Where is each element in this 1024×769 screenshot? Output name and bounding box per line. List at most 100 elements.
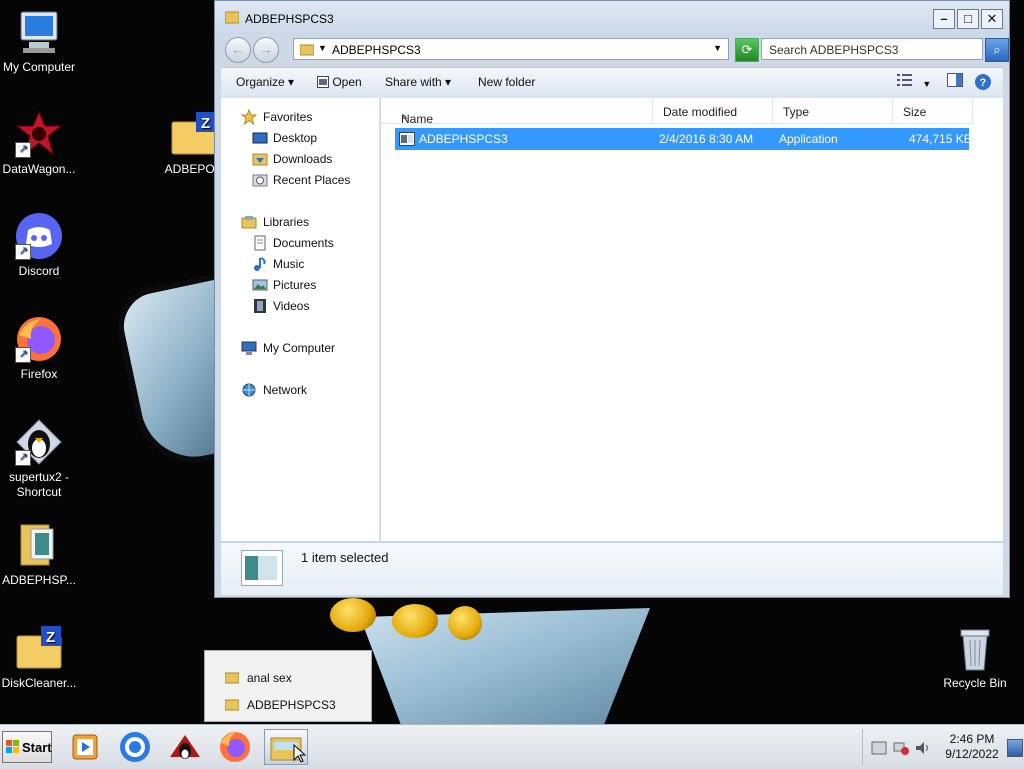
shortcut-arrow-icon: ↗ <box>15 347 31 363</box>
breadcrumb-chevron-icon[interactable]: ▼ <box>318 43 327 53</box>
downloads-folder-icon <box>252 153 268 166</box>
nav-network[interactable]: Network <box>221 380 379 400</box>
view-list-icon <box>897 74 912 86</box>
firefox-icon: ↗ <box>15 315 63 363</box>
clock-time: 2:46 PM <box>949 732 995 746</box>
recent-places-icon <box>252 174 268 187</box>
application-icon <box>399 132 415 146</box>
volume-icon[interactable] <box>915 741 931 755</box>
desktop-icon-diskcleaner[interactable]: Z DiskCleaner... <box>0 624 79 691</box>
taskbar-thumbnail-list: anal sex ADBEPHSPCS3 <box>204 650 372 722</box>
back-button[interactable]: ← <box>225 37 251 63</box>
media-player-icon <box>72 734 98 760</box>
window-titlebar[interactable]: ADBEPHSPCS3 – □ ✕ <box>215 1 1009 35</box>
nav-videos[interactable]: Videos <box>221 296 379 316</box>
close-button[interactable]: ✕ <box>981 9 1003 29</box>
folder-icon <box>15 521 63 569</box>
command-bar: Organize ▾ Open Share with ▾ New folder … <box>221 67 1003 99</box>
nav-favorites[interactable]: Favorites <box>221 107 379 127</box>
svg-text:Z: Z <box>46 629 55 646</box>
column-header-date-modified[interactable]: Date modified <box>653 98 773 124</box>
recycle-bin-icon <box>951 624 999 672</box>
nav-libraries[interactable]: Libraries <box>221 212 379 232</box>
explorer-window[interactable]: ADBEPHSPCS3 – □ ✕ ← → ▼ ADBEPHSPCS3 ▼ ⟳ … <box>214 0 1010 598</box>
breadcrumb[interactable]: ADBEPHSPCS3 <box>332 43 421 57</box>
forward-button[interactable]: → <box>253 37 279 63</box>
column-header-name[interactable]: Name ▲ <box>381 98 653 126</box>
wallpaper-dot <box>448 606 482 640</box>
chevron-down-icon: ▼ <box>922 79 932 89</box>
desktop-icon-datawagon[interactable]: ↗ DataWagon... <box>0 110 79 177</box>
taskbar-app-supertux[interactable] <box>166 729 204 765</box>
preview-pane-button[interactable] <box>947 73 963 90</box>
documents-icon <box>254 235 266 251</box>
address-bar[interactable]: ▼ ADBEPHSPCS3 ▼ <box>293 38 729 60</box>
discord-icon: ↗ <box>15 212 63 260</box>
search-placeholder: Search ADBEPHSPCS3 <box>769 43 899 57</box>
sort-ascending-icon: ▲ <box>401 112 409 121</box>
desktop-icon-adbephsp[interactable]: ADBEPHSP... <box>0 521 79 588</box>
desktop-icon-firefox[interactable]: ↗ Firefox <box>0 315 79 382</box>
system-tray: 2:46 PM 9/12/2022 <box>862 729 1023 765</box>
search-icon[interactable]: ⌕ <box>985 38 1009 62</box>
nav-pictures[interactable]: Pictures <box>221 275 379 295</box>
shortcut-arrow-icon: ↗ <box>15 450 31 466</box>
desktop-icon-label: ADBEPHSP... <box>2 573 76 587</box>
libraries-icon <box>241 216 257 229</box>
nav-music[interactable]: Music <box>221 254 379 274</box>
preview-pane-icon <box>947 73 963 87</box>
action-center-icon[interactable] <box>871 741 887 755</box>
list-item[interactable]: anal sex <box>225 669 365 687</box>
firefox-icon <box>220 732 250 762</box>
list-item[interactable]: ADBEPHSPCS3 <box>225 696 365 714</box>
start-button[interactable]: Start <box>2 731 52 763</box>
address-dropdown-icon[interactable]: ▼ <box>713 43 722 53</box>
show-desktop-button[interactable] <box>1007 739 1023 757</box>
table-row[interactable]: ADBEPHSPCS3 2/4/2016 8:30 AM Application… <box>395 128 972 150</box>
desktop-icon-discord[interactable]: ↗ Discord <box>0 212 79 279</box>
folder-icon <box>300 44 314 56</box>
taskbar-app-chrome[interactable] <box>116 729 154 765</box>
taskbar-app-explorer[interactable] <box>264 729 308 765</box>
windows-logo-icon <box>6 740 19 753</box>
music-icon <box>254 257 266 271</box>
videos-icon <box>254 299 266 313</box>
desktop-icon-supertux[interactable]: ↗ supertux2 - Shortcut <box>0 418 79 500</box>
chrome-icon <box>120 732 150 762</box>
wallpaper-dot <box>392 604 438 638</box>
maximize-button[interactable]: □ <box>957 9 979 29</box>
view-options-button[interactable]: ▼ <box>897 73 931 90</box>
desktop-icon-label: Recycle Bin <box>943 676 1007 690</box>
new-folder-button[interactable]: New folder <box>478 75 535 89</box>
desktop-icon-recycle-bin[interactable]: Recycle Bin <box>935 624 1015 691</box>
nav-my-computer[interactable]: My Computer <box>221 338 379 358</box>
refresh-button[interactable]: ⟳ <box>735 38 759 62</box>
share-with-button[interactable]: Share with ▾ <box>385 75 451 89</box>
column-header-type[interactable]: Type <box>773 98 893 124</box>
network-icon <box>242 383 256 397</box>
desktop-icon-my-computer[interactable]: My Computer <box>0 8 79 75</box>
nav-documents[interactable]: Documents <box>221 233 379 253</box>
computer-icon <box>15 8 63 56</box>
wallpaper-dot <box>330 598 376 632</box>
nav-downloads[interactable]: Downloads <box>221 149 379 169</box>
nav-recent-places[interactable]: Recent Places <box>221 170 379 190</box>
clock[interactable]: 2:46 PM 9/12/2022 <box>937 732 1007 762</box>
network-status-icon[interactable] <box>893 741 909 755</box>
file-list[interactable]: Name ▲ Date modified Type Size ADBEPHSPC… <box>381 98 1003 541</box>
minimize-button[interactable]: – <box>933 9 955 29</box>
desktop-icon-label: Firefox <box>20 367 58 381</box>
file-type: Application <box>779 132 838 146</box>
file-thumbnail <box>241 550 283 586</box>
taskbar-app-media-player[interactable] <box>66 729 104 765</box>
pictures-icon <box>252 279 268 291</box>
organize-button[interactable]: Organize ▾ <box>236 75 294 89</box>
taskbar-app-firefox[interactable] <box>216 729 254 765</box>
column-header-size[interactable]: Size <box>893 98 973 124</box>
search-input[interactable]: Search ADBEPHSPCS3 <box>761 38 983 60</box>
nav-desktop[interactable]: Desktop <box>221 128 379 148</box>
zip-folder-icon: Z <box>15 624 63 672</box>
open-button[interactable]: Open <box>317 75 362 89</box>
help-button[interactable]: ? <box>974 73 992 94</box>
shortcut-arrow-icon: ↗ <box>15 142 31 158</box>
